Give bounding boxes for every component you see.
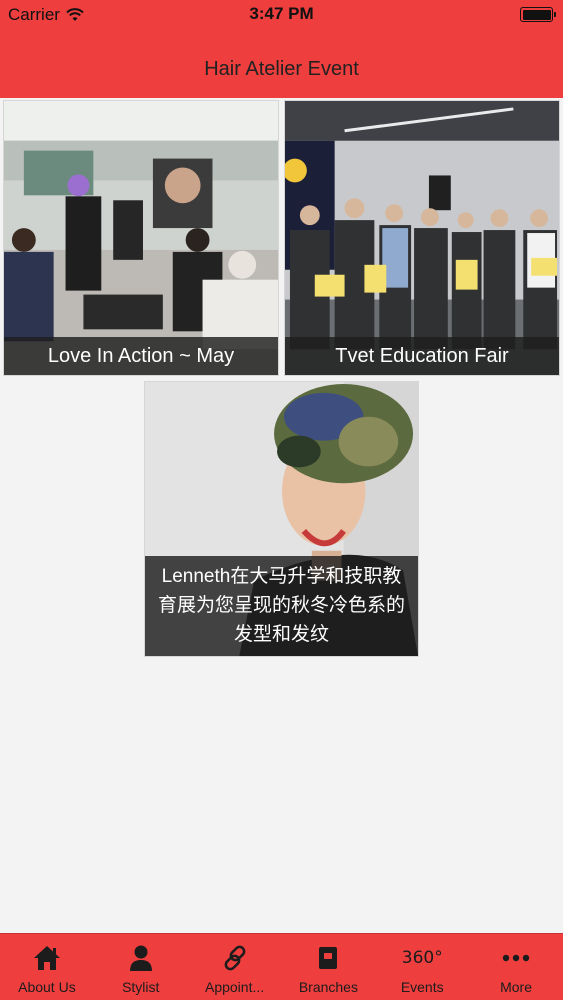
360-icon: 360° — [401, 948, 443, 968]
clock: 3:47 PM — [249, 4, 314, 23]
tab-branches[interactable]: Branches — [281, 934, 375, 1000]
person-icon — [129, 945, 152, 971]
tab-label: Appoint... — [204, 979, 265, 995]
tab-label: About Us — [18, 979, 76, 995]
link-icon — [224, 945, 245, 971]
more-icon — [502, 954, 530, 962]
tab-label: Branches — [298, 979, 358, 995]
home-icon — [33, 946, 60, 970]
status-bar: Carrier 3:47 PM — [0, 0, 563, 30]
tab-about-us[interactable]: About Us — [0, 934, 94, 1000]
tab-events[interactable]: 360° Events — [375, 934, 469, 1000]
tab-stylist[interactable]: Stylist — [94, 934, 188, 1000]
battery-icon — [520, 7, 556, 22]
event-tile-tvet-education-fair[interactable]: Tvet Education Fair — [284, 100, 560, 376]
tab-appointment[interactable]: Appoint... — [188, 934, 282, 1000]
event-caption: Tvet Education Fair — [285, 337, 559, 375]
tab-label: Events — [400, 979, 444, 995]
page-title: Hair Atelier Event — [204, 58, 359, 80]
tab-label: More — [500, 979, 532, 995]
event-caption: Love In Action ~ May — [4, 337, 278, 375]
event-tile-lenneth[interactable]: Lenneth在大马升学和技职教育展为您呈现的秋冬冷色系的发型和发纹 — [144, 381, 419, 657]
event-photo — [285, 101, 559, 375]
event-tile-love-in-action[interactable]: Love In Action ~ May — [3, 100, 279, 376]
event-photo — [4, 101, 278, 375]
header: Carrier 3:47 PM Hair Atelier Event — [0, 0, 563, 98]
event-caption: Lenneth在大马升学和技职教育展为您呈现的秋冬冷色系的发型和发纹 — [145, 556, 418, 656]
tab-bar: About Us Stylist Appoint... Branches 360… — [0, 933, 563, 1000]
tab-label: Stylist — [122, 979, 160, 995]
tab-more[interactable]: More — [469, 934, 563, 1000]
book-icon — [319, 947, 338, 969]
